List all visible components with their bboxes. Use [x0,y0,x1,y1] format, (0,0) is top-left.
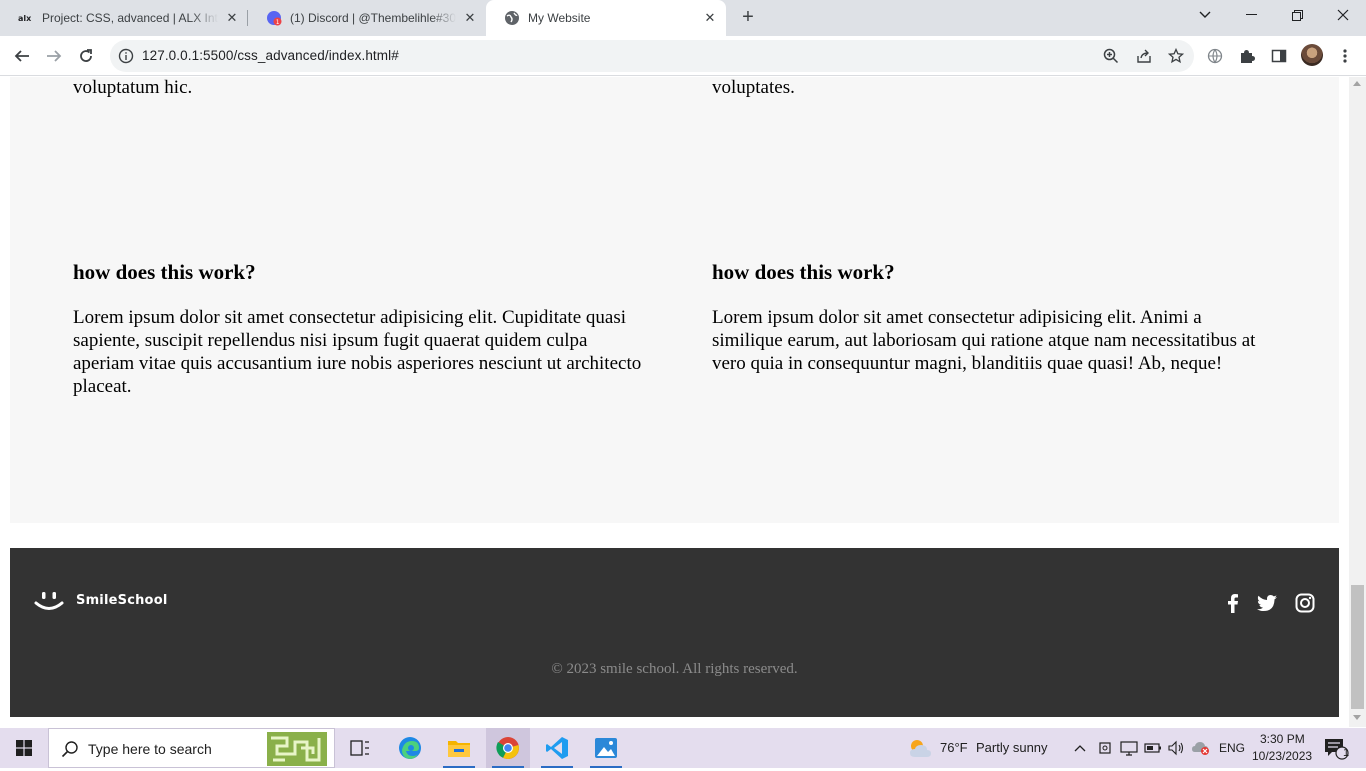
close-window-button[interactable] [1320,0,1366,30]
smile-logo-icon[interactable] [34,588,64,614]
restore-button[interactable] [1274,0,1320,30]
faq-question: how does this work? [712,260,895,284]
faq-section: voluptatum hic. voluptates. how does thi… [10,77,1339,523]
faq-question: how does this work? [73,260,256,284]
weather-temperature[interactable]: 76°F [940,740,968,755]
browser-menu-icon[interactable] [1331,42,1359,70]
faq-text-fragment: voluptatum hic. [73,77,193,98]
bookmark-star-icon[interactable] [1167,47,1185,64]
site-info-icon[interactable] [118,48,134,64]
side-panel-icon[interactable] [1265,42,1293,70]
faq-answer: Lorem ipsum dolor sit amet consectetur a… [712,307,1256,374]
vscode-icon[interactable] [535,728,579,768]
network-icon[interactable] [1118,728,1140,768]
notification-count: 1 [1342,747,1350,759]
search-highlight-image[interactable] [267,732,327,766]
task-view-icon[interactable] [338,728,382,768]
browser-toolbar: 127.0.0.1:5500/css_advanced/index.html# [0,36,1366,76]
discord-icon: 1 [266,10,282,26]
reload-icon[interactable] [72,42,100,70]
weather-partly-sunny-icon[interactable] [905,728,935,768]
notifications-icon[interactable]: 1 [1318,728,1354,768]
language-indicator[interactable]: ENG [1219,741,1245,755]
windows-taskbar: Type here to search 76°F Partly sunny EN… [0,728,1366,768]
share-icon[interactable] [1136,48,1152,64]
file-explorer-icon[interactable] [437,728,481,768]
page-viewport: voluptatum hic. voluptates. how does thi… [0,77,1349,717]
volume-icon[interactable] [1166,728,1186,768]
tab-title: (1) Discord | @Thembelihle#3007 [290,11,456,25]
show-hidden-icons-chevron-icon[interactable] [1070,728,1090,768]
profile-avatar[interactable] [1301,44,1323,66]
globe-icon [504,10,520,26]
close-tab-icon[interactable]: ✕ [224,10,240,26]
search-icon [61,740,79,763]
taskbar-search-box[interactable]: Type here to search [48,728,335,768]
onedrive-alert-icon[interactable] [1190,728,1212,768]
svg-text:1: 1 [276,19,280,26]
svg-text:alx: alx [18,14,32,23]
back-arrow-icon[interactable] [8,42,36,70]
twitter-icon[interactable] [1256,592,1278,614]
zoom-icon[interactable] [1103,48,1119,64]
edge-browser-icon[interactable] [388,728,432,768]
close-tab-icon[interactable]: ✕ [702,10,718,26]
photos-app-icon[interactable] [584,728,628,768]
close-tab-icon[interactable]: ✕ [462,10,478,26]
scroll-down-arrow-icon[interactable] [1353,715,1361,720]
battery-icon[interactable] [1143,728,1163,768]
tab-search-chevron-icon[interactable] [1182,0,1228,30]
chrome-browser-icon[interactable] [486,728,530,768]
meet-now-icon[interactable] [1096,728,1114,768]
tab-title: Project: CSS, advanced | ALX Intranet [42,11,218,25]
copyright-text: © 2023 smile school. All rights reserved… [551,661,798,677]
alx-icon: alx [18,10,34,26]
tab-discord[interactable]: 1 (1) Discord | @Thembelihle#3007 ✕ [248,0,486,36]
page-scrollbar[interactable] [1349,77,1366,727]
tab-my-website[interactable]: My Website ✕ [486,0,726,36]
weather-condition[interactable]: Partly sunny [976,740,1048,755]
scroll-up-arrow-icon[interactable] [1353,81,1361,86]
new-tab-button[interactable]: + [736,6,760,30]
forward-arrow-icon[interactable] [40,42,68,70]
minimize-button[interactable] [1228,0,1274,30]
faq-answer: Lorem ipsum dolor sit amet consectetur a… [73,307,642,397]
extensions-puzzle-icon[interactable] [1233,42,1261,70]
address-bar[interactable]: 127.0.0.1:5500/css_advanced/index.html# [110,40,1194,72]
browser-tab-strip: alx Project: CSS, advanced | ALX Intrane… [0,0,1366,36]
site-footer: SmileSchool © 2023 smile school. All rig… [10,548,1339,717]
scrollbar-thumb[interactable] [1351,585,1364,709]
clock-date[interactable]: 10/23/2023 [1252,749,1312,763]
windows-start-icon[interactable] [0,728,48,768]
tab-alx-project[interactable]: alx Project: CSS, advanced | ALX Intrane… [0,0,248,36]
clock-time[interactable]: 3:30 PM [1260,732,1305,746]
brand-name[interactable]: SmileSchool [76,593,167,608]
extension-globe-icon[interactable] [1201,42,1229,70]
faq-text-fragment: voluptates. [712,77,795,98]
url-text: 127.0.0.1:5500/css_advanced/index.html# [142,48,399,63]
search-placeholder: Type here to search [88,741,212,757]
facebook-icon[interactable] [1222,592,1244,614]
tab-title: My Website [528,11,591,25]
instagram-icon[interactable] [1294,592,1316,614]
